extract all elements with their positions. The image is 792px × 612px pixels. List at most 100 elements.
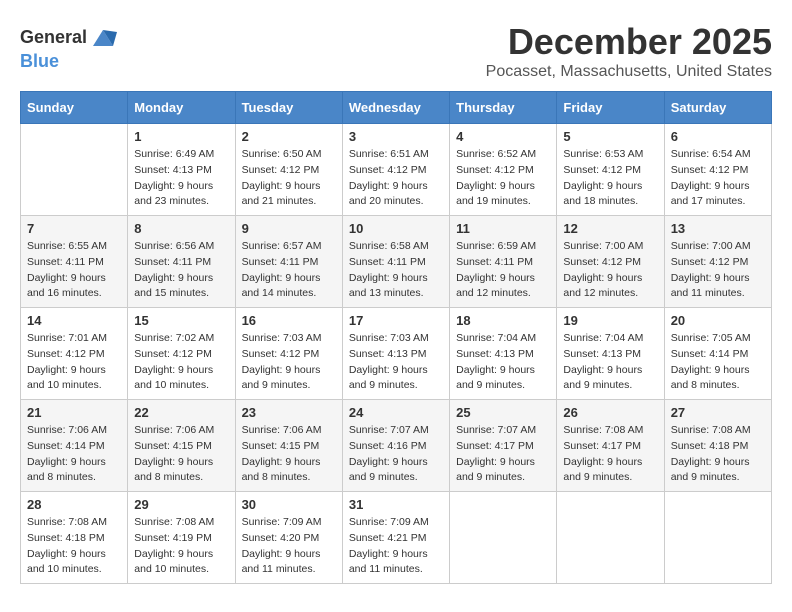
header-cell-monday: Monday (128, 92, 235, 124)
day-number: 17 (349, 313, 443, 328)
day-cell: 12 Sunrise: 7:00 AMSunset: 4:12 PMDayligh… (557, 216, 664, 308)
header-cell-thursday: Thursday (450, 92, 557, 124)
day-info: Sunrise: 7:04 AMSunset: 4:13 PMDaylight:… (563, 331, 657, 394)
day-cell: 13 Sunrise: 7:00 AMSunset: 4:12 PMDayligh… (664, 216, 771, 308)
day-number: 30 (242, 497, 336, 512)
day-info: Sunrise: 7:06 AMSunset: 4:15 PMDaylight:… (242, 423, 336, 486)
day-cell: 7Sunrise: 6:55 AMSunset: 4:11 PMDaylight… (21, 216, 128, 308)
day-info: Sunrise: 7:04 AMSunset: 4:13 PMDaylight:… (456, 331, 550, 394)
day-cell: 14Sunrise: 7:01 AMSunset: 4:12 PMDayligh… (21, 308, 128, 400)
day-number: 13 (671, 221, 765, 236)
day-cell: 16 Sunrise: 7:03 AMSunset: 4:12 PMDayligh… (235, 308, 342, 400)
title-section: December 2025 Pocasset, Massachusetts, U… (486, 20, 772, 81)
day-info: Sunrise: 6:59 AMSunset: 4:11 PMDaylight:… (456, 239, 550, 302)
day-cell: 24 Sunrise: 7:07 AMSunset: 4:16 PMDayligh… (342, 400, 449, 492)
day-number: 20 (671, 313, 765, 328)
day-info: Sunrise: 7:07 AMSunset: 4:16 PMDaylight:… (349, 423, 443, 486)
day-cell (450, 492, 557, 584)
day-number: 3 (349, 129, 443, 144)
header-cell-friday: Friday (557, 92, 664, 124)
day-number: 19 (563, 313, 657, 328)
day-number: 1 (134, 129, 228, 144)
day-info: Sunrise: 7:00 AMSunset: 4:12 PMDaylight:… (563, 239, 657, 302)
day-cell: 29 Sunrise: 7:08 AMSunset: 4:19 PMDayligh… (128, 492, 235, 584)
day-info: Sunrise: 6:57 AMSunset: 4:11 PMDaylight:… (242, 239, 336, 302)
day-cell: 25Sunrise: 7:07 AMSunset: 4:17 PMDayligh… (450, 400, 557, 492)
day-number: 24 (349, 405, 443, 420)
day-cell: 11 Sunrise: 6:59 AMSunset: 4:11 PMDayligh… (450, 216, 557, 308)
calendar-body: 1 Sunrise: 6:49 AMSunset: 4:13 PMDaylight… (21, 124, 772, 584)
day-info: Sunrise: 7:08 AMSunset: 4:18 PMDaylight:… (27, 515, 121, 578)
day-number: 18 (456, 313, 550, 328)
month-title: December 2025 (486, 20, 772, 63)
day-info: Sunrise: 7:08 AMSunset: 4:19 PMDaylight:… (134, 515, 228, 578)
day-cell: 19 Sunrise: 7:04 AMSunset: 4:13 PMDayligh… (557, 308, 664, 400)
day-cell: 8Sunrise: 6:56 AMSunset: 4:11 PMDaylight… (128, 216, 235, 308)
location-title: Pocasset, Massachusetts, United States (486, 63, 772, 81)
logo-text: General Blue (20, 24, 117, 72)
day-info: Sunrise: 6:51 AMSunset: 4:12 PMDaylight:… (349, 147, 443, 210)
day-info: Sunrise: 7:07 AMSunset: 4:17 PMDaylight:… (456, 423, 550, 486)
day-cell (21, 124, 128, 216)
day-number: 16 (242, 313, 336, 328)
day-number: 29 (134, 497, 228, 512)
week-row-2: 7Sunrise: 6:55 AMSunset: 4:11 PMDaylight… (21, 216, 772, 308)
day-info: Sunrise: 7:03 AMSunset: 4:12 PMDaylight:… (242, 331, 336, 394)
day-number: 23 (242, 405, 336, 420)
day-number: 2 (242, 129, 336, 144)
day-info: Sunrise: 6:49 AMSunset: 4:13 PMDaylight:… (134, 147, 228, 210)
day-number: 28 (27, 497, 121, 512)
day-info: Sunrise: 7:03 AMSunset: 4:13 PMDaylight:… (349, 331, 443, 394)
day-cell: 6Sunrise: 6:54 AMSunset: 4:12 PMDaylight… (664, 124, 771, 216)
day-cell (664, 492, 771, 584)
day-cell: 27 Sunrise: 7:08 AMSunset: 4:18 PMDayligh… (664, 400, 771, 492)
day-number: 14 (27, 313, 121, 328)
day-info: Sunrise: 6:50 AMSunset: 4:12 PMDaylight:… (242, 147, 336, 210)
day-info: Sunrise: 6:53 AMSunset: 4:12 PMDaylight:… (563, 147, 657, 210)
day-info: Sunrise: 7:05 AMSunset: 4:14 PMDaylight:… (671, 331, 765, 394)
day-cell: 26Sunrise: 7:08 AMSunset: 4:17 PMDayligh… (557, 400, 664, 492)
day-cell: 15Sunrise: 7:02 AMSunset: 4:12 PMDayligh… (128, 308, 235, 400)
day-number: 27 (671, 405, 765, 420)
day-info: Sunrise: 7:09 AMSunset: 4:20 PMDaylight:… (242, 515, 336, 578)
day-number: 22 (134, 405, 228, 420)
day-info: Sunrise: 7:06 AMSunset: 4:14 PMDaylight:… (27, 423, 121, 486)
day-cell: 18 Sunrise: 7:04 AMSunset: 4:13 PMDayligh… (450, 308, 557, 400)
day-cell: 4 Sunrise: 6:52 AMSunset: 4:12 PMDaylight… (450, 124, 557, 216)
calendar-table: SundayMondayTuesdayWednesdayThursdayFrid… (20, 91, 772, 584)
day-info: Sunrise: 7:09 AMSunset: 4:21 PMDaylight:… (349, 515, 443, 578)
page-header: General Blue December 2025 Pocasset, Mas… (20, 20, 772, 81)
day-info: Sunrise: 6:54 AMSunset: 4:12 PMDaylight:… (671, 147, 765, 210)
calendar-header-row: SundayMondayTuesdayWednesdayThursdayFrid… (21, 92, 772, 124)
week-row-4: 21 Sunrise: 7:06 AMSunset: 4:14 PMDayligh… (21, 400, 772, 492)
day-number: 21 (27, 405, 121, 420)
day-cell: 22 Sunrise: 7:06 AMSunset: 4:15 PMDayligh… (128, 400, 235, 492)
day-number: 11 (456, 221, 550, 236)
day-number: 5 (563, 129, 657, 144)
day-cell: 28 Sunrise: 7:08 AMSunset: 4:18 PMDayligh… (21, 492, 128, 584)
day-number: 10 (349, 221, 443, 236)
day-cell: 3 Sunrise: 6:51 AMSunset: 4:12 PMDaylight… (342, 124, 449, 216)
day-info: Sunrise: 7:08 AMSunset: 4:18 PMDaylight:… (671, 423, 765, 486)
day-cell (557, 492, 664, 584)
header-cell-tuesday: Tuesday (235, 92, 342, 124)
day-info: Sunrise: 7:00 AMSunset: 4:12 PMDaylight:… (671, 239, 765, 302)
day-number: 8 (134, 221, 228, 236)
header-cell-saturday: Saturday (664, 92, 771, 124)
day-cell: 20 Sunrise: 7:05 AMSunset: 4:14 PMDayligh… (664, 308, 771, 400)
header-cell-wednesday: Wednesday (342, 92, 449, 124)
week-row-5: 28 Sunrise: 7:08 AMSunset: 4:18 PMDayligh… (21, 492, 772, 584)
day-number: 31 (349, 497, 443, 512)
day-info: Sunrise: 7:02 AMSunset: 4:12 PMDaylight:… (134, 331, 228, 394)
day-info: Sunrise: 6:55 AMSunset: 4:11 PMDaylight:… (27, 239, 121, 302)
day-cell: 2 Sunrise: 6:50 AMSunset: 4:12 PMDaylight… (235, 124, 342, 216)
week-row-1: 1 Sunrise: 6:49 AMSunset: 4:13 PMDaylight… (21, 124, 772, 216)
day-cell: 30 Sunrise: 7:09 AMSunset: 4:20 PMDayligh… (235, 492, 342, 584)
day-number: 12 (563, 221, 657, 236)
day-info: Sunrise: 7:06 AMSunset: 4:15 PMDaylight:… (134, 423, 228, 486)
day-number: 4 (456, 129, 550, 144)
header-cell-sunday: Sunday (21, 92, 128, 124)
day-cell: 9Sunrise: 6:57 AMSunset: 4:11 PMDaylight… (235, 216, 342, 308)
day-cell: 5 Sunrise: 6:53 AMSunset: 4:12 PMDaylight… (557, 124, 664, 216)
day-info: Sunrise: 6:52 AMSunset: 4:12 PMDaylight:… (456, 147, 550, 210)
